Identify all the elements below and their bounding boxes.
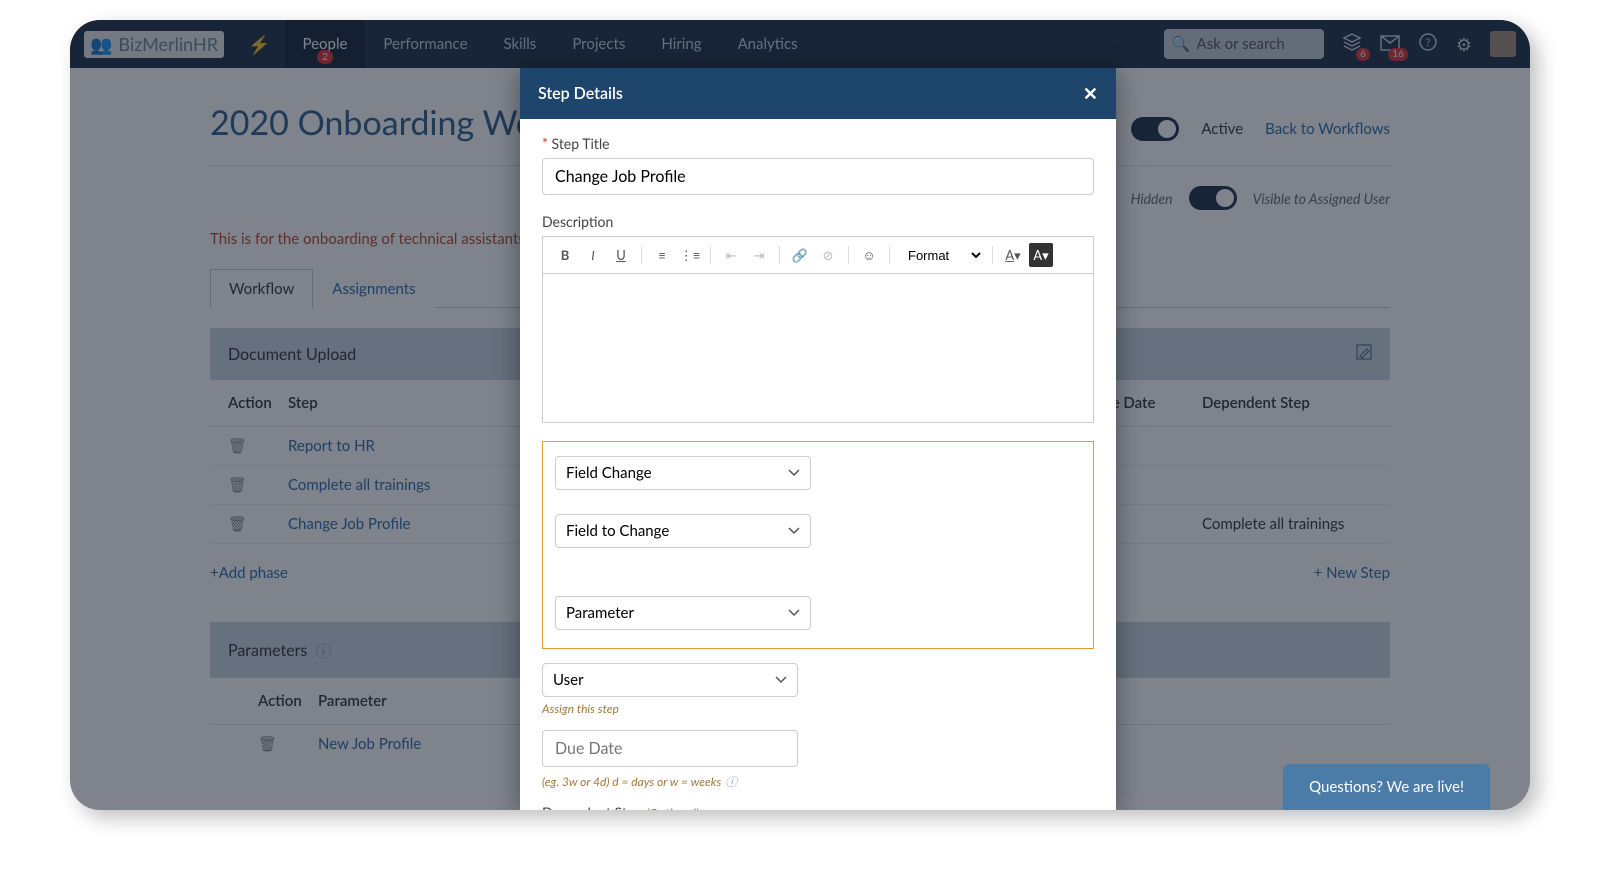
italic-icon[interactable]: I [581, 243, 605, 267]
step-title-label: * Step Title [542, 135, 1094, 152]
help-icon[interactable]: ⓘ [725, 773, 737, 790]
step-details-modal: Step Details ✕ * Step Title Description … [520, 68, 1116, 810]
underline-icon[interactable]: U [609, 243, 633, 267]
field-change-section: Field Change Field to Change Parameter [542, 441, 1094, 649]
modal-header: Step Details ✕ [520, 68, 1116, 119]
outdent-icon[interactable]: ⇤ [719, 243, 743, 267]
unlink-icon[interactable]: ⊘ [816, 243, 840, 267]
unordered-list-icon[interactable]: ⋮≡ [678, 243, 702, 267]
step-title-input[interactable] [542, 158, 1094, 195]
emoji-icon[interactable]: ☺ [857, 243, 881, 267]
bg-color-icon[interactable]: A▾ [1029, 243, 1053, 267]
parameter-select[interactable]: Parameter [555, 596, 811, 630]
indent-icon[interactable]: ⇥ [747, 243, 771, 267]
link-icon[interactable]: 🔗 [788, 243, 812, 267]
ordered-list-icon[interactable]: ≡ [650, 243, 674, 267]
assignee-select[interactable]: User [542, 663, 798, 697]
chat-widget[interactable]: Questions? We are live! [1283, 764, 1490, 810]
due-date-input[interactable] [542, 730, 798, 767]
description-label: Description [542, 213, 1094, 230]
due-hint: (eg. 3w or 4d) d = days or w = weeks ⓘ [542, 773, 1094, 790]
dependent-step-label: Dependent Step (Optional) [542, 804, 1094, 810]
chat-text: Questions? We are live! [1309, 778, 1464, 796]
close-icon[interactable]: ✕ [1083, 82, 1098, 105]
step-type-select[interactable]: Field Change [555, 456, 811, 490]
assign-hint: Assign this step [542, 701, 1094, 716]
modal-title: Step Details [538, 84, 623, 103]
rte-toolbar: B I U ≡ ⋮≡ ⇤ ⇥ 🔗 ⊘ ☺ Format A▾ A▾ [542, 236, 1094, 273]
format-select[interactable]: Format [898, 245, 984, 266]
bold-icon[interactable]: B [553, 243, 577, 267]
description-editor[interactable] [542, 273, 1094, 423]
text-color-icon[interactable]: A▾ [1001, 243, 1025, 267]
field-to-change-select[interactable]: Field to Change [555, 514, 811, 548]
